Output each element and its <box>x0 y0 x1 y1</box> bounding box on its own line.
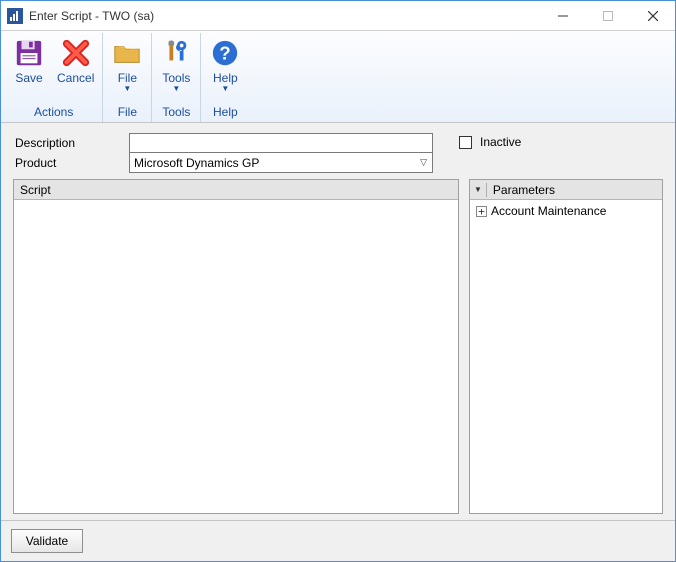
cancel-icon <box>60 37 92 69</box>
parameters-header-label: Parameters <box>493 183 555 197</box>
save-icon <box>13 37 45 69</box>
window-title: Enter Script - TWO (sa) <box>29 9 154 23</box>
separator <box>486 183 487 197</box>
inactive-checkbox-wrap[interactable]: Inactive <box>459 135 521 149</box>
save-label: Save <box>15 71 42 85</box>
tools-button[interactable]: Tools ▼ <box>154 33 198 103</box>
script-panel: Script <box>13 179 459 514</box>
chevron-down-icon: ▼ <box>221 86 229 92</box>
ribbon-group-actions: Save Cancel Actions <box>5 33 103 122</box>
help-icon: ? <box>209 37 241 69</box>
validate-button[interactable]: Validate <box>11 529 83 553</box>
product-select[interactable]: Microsoft Dynamics GP ▽ <box>129 153 433 173</box>
ribbon-group-label-tools: Tools <box>154 103 198 122</box>
enter-script-window: Enter Script - TWO (sa) <box>0 0 676 562</box>
ribbon-group-label-file: File <box>105 103 149 122</box>
help-button[interactable]: ? Help ▼ <box>203 33 247 103</box>
maximize-button[interactable] <box>585 1 630 30</box>
footer: Validate <box>1 520 675 561</box>
form-area: Description Product Microsoft Dynamics G… <box>1 123 675 179</box>
chevron-down-icon[interactable]: ▼ <box>474 185 482 194</box>
inactive-label: Inactive <box>480 135 521 149</box>
file-label: File <box>118 71 137 85</box>
file-button[interactable]: File ▼ <box>105 33 149 103</box>
svg-text:?: ? <box>220 43 231 64</box>
minimize-button[interactable] <box>540 1 585 30</box>
product-value: Microsoft Dynamics GP <box>134 156 259 170</box>
tree-item[interactable]: + Account Maintenance <box>476 204 656 218</box>
titlebar: Enter Script - TWO (sa) <box>1 1 675 31</box>
parameters-body: + Account Maintenance <box>470 200 662 513</box>
close-button[interactable] <box>630 1 675 30</box>
script-header-label: Script <box>20 183 51 197</box>
ribbon-group-help: ? Help ▼ Help <box>201 33 249 122</box>
mid-area: Script ▼ Parameters + Account Maintenanc… <box>1 179 675 520</box>
expand-icon[interactable]: + <box>476 206 487 217</box>
script-header: Script <box>14 180 458 200</box>
ribbon-group-label-actions: Actions <box>7 103 100 122</box>
tree-item-label: Account Maintenance <box>491 204 606 218</box>
app-icon <box>7 8 23 24</box>
inactive-checkbox[interactable] <box>459 136 472 149</box>
cancel-label: Cancel <box>57 71 94 85</box>
chevron-down-icon: ▽ <box>420 157 430 168</box>
chevron-down-icon: ▼ <box>123 86 131 92</box>
ribbon: Save Cancel Actions <box>1 31 675 123</box>
help-label: Help <box>213 71 238 85</box>
parameters-header: ▼ Parameters <box>470 180 662 200</box>
ribbon-group-file: File ▼ File <box>103 33 152 122</box>
description-input[interactable] <box>129 133 433 153</box>
parameters-panel: ▼ Parameters + Account Maintenance <box>469 179 663 514</box>
script-textarea[interactable] <box>14 200 458 513</box>
ribbon-group-label-help: Help <box>203 103 247 122</box>
description-label: Description <box>13 136 129 150</box>
tools-icon <box>160 37 192 69</box>
cancel-button[interactable]: Cancel <box>51 33 100 103</box>
tools-label: Tools <box>162 71 190 85</box>
product-label: Product <box>13 156 129 170</box>
ribbon-group-tools: Tools ▼ Tools <box>152 33 201 122</box>
save-button[interactable]: Save <box>7 33 51 103</box>
window-controls <box>540 1 675 30</box>
chevron-down-icon: ▼ <box>172 86 180 92</box>
folder-icon <box>111 37 143 69</box>
